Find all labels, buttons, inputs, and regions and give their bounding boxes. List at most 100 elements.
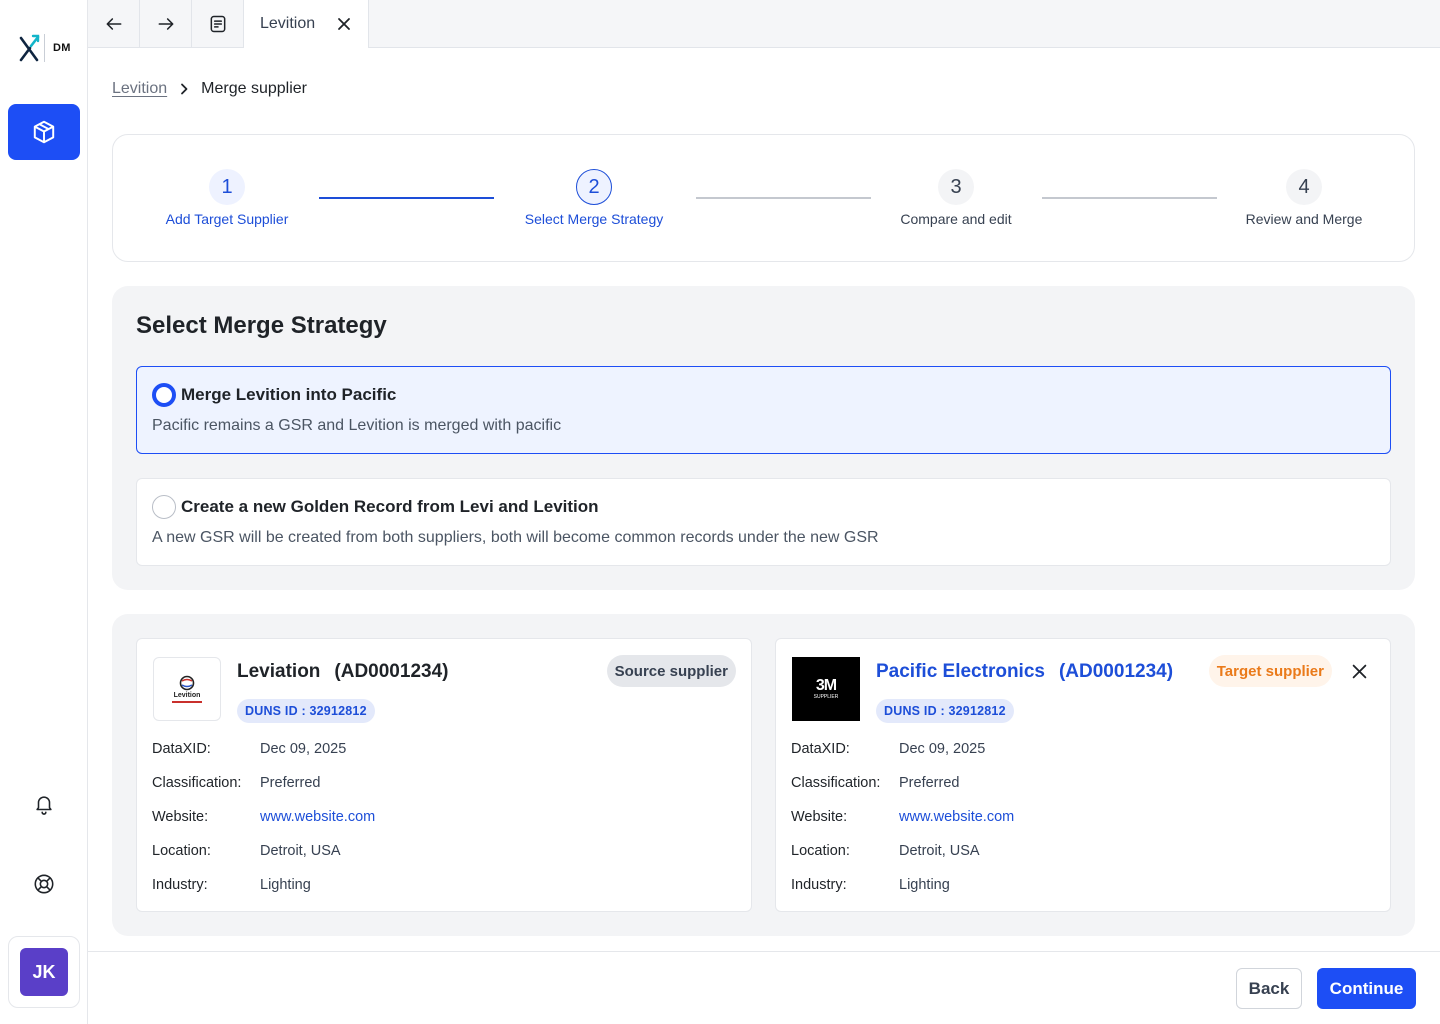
- chevron-right-icon: [179, 83, 189, 95]
- continue-button[interactable]: Continue: [1317, 968, 1416, 1009]
- supplier-comparison-panel: Levition Leviation (AD0001234) DUNS ID : …: [112, 614, 1415, 936]
- breadcrumb-current: Merge supplier: [201, 80, 307, 97]
- source-logo-text: Levition: [173, 692, 201, 699]
- step-compare-and-edit[interactable]: 3 Compare and edit: [893, 169, 1019, 227]
- field-label: Website:: [791, 809, 848, 825]
- field-label: Classification:: [791, 775, 881, 791]
- bell-icon: [36, 796, 52, 815]
- source-supplier-logo: Levition: [153, 657, 221, 721]
- levition-emblem-icon: [179, 675, 195, 691]
- avatar: JK: [20, 948, 68, 996]
- field-label: Location:: [791, 843, 850, 859]
- source-supplier-badge: Source supplier: [606, 655, 736, 687]
- website-link[interactable]: www.website.com: [260, 809, 375, 825]
- tab-levition[interactable]: Levition: [244, 0, 369, 48]
- step-connector: [1042, 197, 1217, 199]
- x-logo-icon: [19, 34, 40, 62]
- step-label: Compare and edit: [900, 211, 1012, 227]
- duns-badge: DUNS ID : 32912812: [237, 699, 375, 723]
- strategy-option-merge-into-pacific[interactable]: Merge Levition into Pacific Pacific rema…: [136, 366, 1391, 454]
- source-supplier-card: Levition Leviation (AD0001234) DUNS ID : …: [136, 638, 752, 912]
- field-label: Website:: [152, 809, 209, 825]
- step-connector: [319, 197, 494, 199]
- target-supplier-badge: Target supplier: [1208, 655, 1332, 687]
- field-label: Location:: [152, 843, 211, 859]
- document-icon: [210, 15, 225, 33]
- step-number: 2: [576, 169, 612, 205]
- close-icon: [1352, 664, 1366, 678]
- step-select-merge-strategy[interactable]: 2 Select Merge Strategy: [517, 169, 671, 227]
- step-number: 1: [209, 169, 245, 205]
- top-tab-bar: Levition: [88, 0, 1440, 48]
- logo-divider: [44, 34, 45, 62]
- step-label: Review and Merge: [1245, 211, 1363, 227]
- field-website: Website: www.website.com: [791, 809, 1014, 825]
- arrow-left-icon: [106, 18, 121, 30]
- sidebar: DM JK: [0, 0, 88, 1024]
- source-supplier-name: Leviation (AD0001234): [237, 661, 448, 683]
- supplier-name-link[interactable]: Pacific Electronics: [876, 661, 1045, 682]
- radio-button[interactable]: [152, 495, 176, 519]
- website-link[interactable]: www.website.com: [899, 809, 1014, 825]
- field-value: Detroit, USA: [899, 843, 980, 859]
- field-value: Lighting: [260, 877, 311, 893]
- option-title: Merge Levition into Pacific: [181, 385, 397, 404]
- notifications-button[interactable]: [28, 788, 60, 820]
- forward-nav-button[interactable]: [140, 0, 192, 48]
- remove-target-button[interactable]: [1347, 659, 1371, 683]
- field-label: Industry:: [152, 877, 208, 893]
- merge-stepper: 1 Add Target Supplier 2 Select Merge Str…: [112, 134, 1415, 262]
- cube-icon: [33, 120, 55, 144]
- step-review-and-merge[interactable]: 4 Review and Merge: [1239, 169, 1369, 227]
- target-supplier-card: 3M SUPPLIER Pacific Electronics (AD000123…: [775, 638, 1391, 912]
- strategy-option-new-golden-record[interactable]: Create a new Golden Record from Levi and…: [136, 478, 1391, 566]
- duns-badge: DUNS ID : 32912812: [876, 699, 1014, 723]
- user-menu[interactable]: JK: [8, 936, 80, 1008]
- step-label: Select Merge Strategy: [524, 211, 664, 227]
- field-value: Preferred: [260, 775, 321, 791]
- field-website: Website: www.website.com: [152, 809, 375, 825]
- field-industry: Industry: Lighting: [791, 877, 950, 893]
- option-description: Pacific remains a GSR and Levition is me…: [152, 417, 562, 434]
- step-add-target-supplier[interactable]: 1 Add Target Supplier: [161, 169, 293, 227]
- step-number: 4: [1286, 169, 1322, 205]
- app-logo[interactable]: DM: [18, 32, 74, 64]
- field-value: Detroit, USA: [260, 843, 341, 859]
- step-label: Add Target Supplier: [165, 211, 289, 227]
- supplier-name: Leviation: [237, 661, 321, 682]
- back-nav-button[interactable]: [88, 0, 140, 48]
- help-button[interactable]: [28, 868, 60, 900]
- field-dataxid: DataXID: Dec 09, 2025: [152, 741, 346, 757]
- supplier-id: (AD0001234): [334, 661, 449, 682]
- target-supplier-logo: 3M SUPPLIER: [792, 657, 860, 721]
- field-value: Lighting: [899, 877, 950, 893]
- field-value: Dec 09, 2025: [260, 741, 347, 757]
- arrow-right-icon: [158, 18, 173, 30]
- back-button[interactable]: Back: [1236, 968, 1302, 1009]
- footer-actions: Back Continue: [88, 951, 1440, 1024]
- field-classification: Classification: Preferred: [791, 775, 959, 791]
- target-supplier-name[interactable]: Pacific Electronics (AD0001234): [876, 661, 1173, 683]
- field-value: Dec 09, 2025: [899, 741, 986, 757]
- logo-underline: [172, 701, 202, 703]
- target-logo-subtext: SUPPLIER: [813, 694, 839, 700]
- field-classification: Classification: Preferred: [152, 775, 320, 791]
- field-label: DataXID:: [152, 741, 211, 757]
- field-dataxid: DataXID: Dec 09, 2025: [791, 741, 985, 757]
- logo-text: DM: [53, 42, 71, 54]
- field-label: DataXID:: [791, 741, 850, 757]
- close-icon: [338, 18, 350, 30]
- lifebuoy-icon: [34, 874, 54, 894]
- step-number: 3: [938, 169, 974, 205]
- tab-title: Levition: [260, 15, 316, 32]
- field-value: Preferred: [899, 775, 960, 791]
- target-logo-text: 3M: [815, 677, 837, 694]
- field-label: Industry:: [791, 877, 847, 893]
- notes-button[interactable]: [192, 0, 244, 48]
- breadcrumb-parent-link[interactable]: Levition: [112, 80, 167, 98]
- breadcrumb: Levition Merge supplier: [112, 78, 307, 100]
- close-tab-button[interactable]: [334, 14, 354, 34]
- radio-button-selected[interactable]: [152, 383, 176, 407]
- supplier-id: (AD0001234): [1058, 661, 1174, 682]
- nav-item-suppliers[interactable]: [8, 104, 80, 160]
